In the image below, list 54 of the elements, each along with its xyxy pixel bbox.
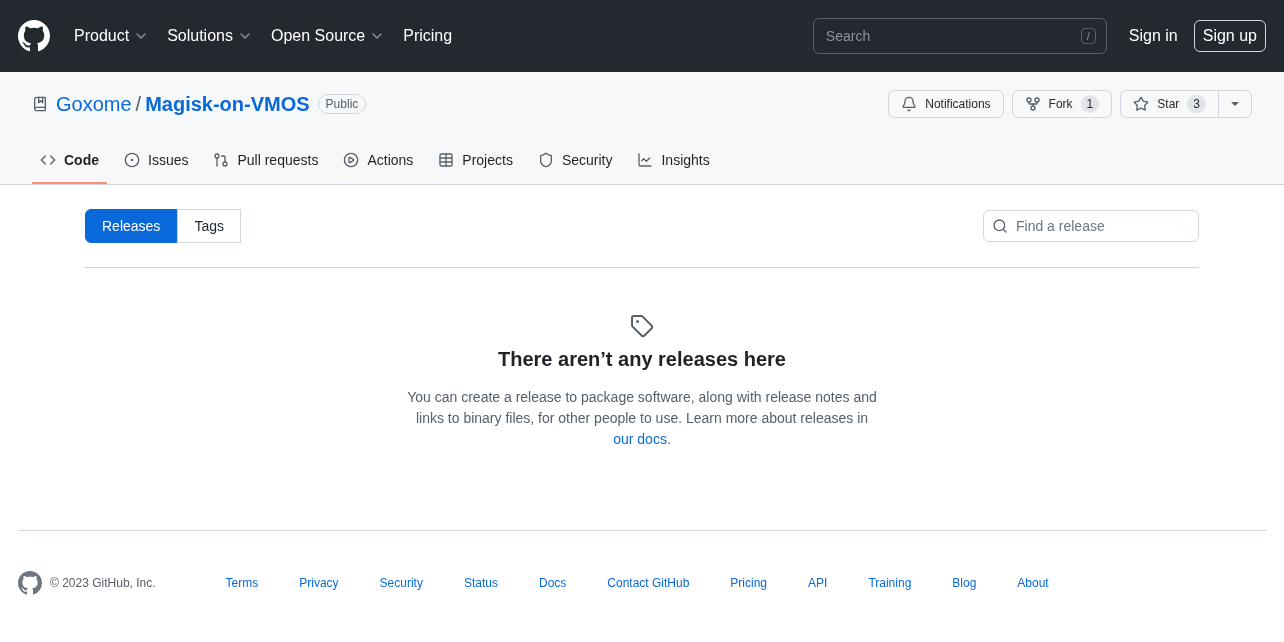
footer-link[interactable]: Status [463, 576, 498, 590]
star-button[interactable]: Star 3 [1121, 91, 1219, 117]
star-icon [1133, 96, 1150, 112]
empty-state-title: There aren’t any releases here [498, 348, 786, 371]
subnav-tab[interactable]: Releases [85, 209, 178, 243]
footer-link[interactable]: Training [868, 576, 912, 590]
repo-icon [32, 96, 48, 112]
footer-link[interactable]: Privacy [299, 576, 339, 590]
repo-tab[interactable]: Issues [116, 137, 197, 184]
tab-icon [438, 151, 455, 168]
footer-link[interactable]: Security [379, 576, 423, 590]
shortcut-key: / [1080, 28, 1096, 44]
bell-icon [901, 96, 918, 112]
tab-icon [213, 151, 230, 168]
footer-link[interactable]: Contact GitHub [607, 576, 690, 590]
nav-menu-item[interactable]: Open Source [270, 27, 386, 45]
path-separator: / [135, 92, 142, 116]
copyright-text: © 2023 GitHub, Inc. [50, 576, 156, 590]
footer-link[interactable]: Blog [952, 576, 977, 590]
repo-tab[interactable]: Insights [629, 137, 718, 184]
search-field[interactable]: Search / [812, 18, 1107, 54]
owner-link[interactable]: Goxome [56, 92, 132, 116]
octocat-logo-icon[interactable] [18, 20, 50, 52]
find-release-field[interactable]: Find a release [983, 210, 1199, 242]
sign-up-button[interactable]: Sign up [1193, 20, 1266, 52]
footer-link[interactable]: API [808, 576, 828, 590]
nav-menu-item[interactable]: Product [74, 27, 150, 45]
footer-link[interactable]: Pricing [730, 576, 768, 590]
footer-link[interactable]: About [1017, 576, 1049, 590]
repo-tab[interactable]: Actions [335, 137, 422, 184]
subnav-tab[interactable]: Tags [177, 209, 241, 243]
tab-icon [637, 151, 654, 168]
tag-icon [630, 314, 654, 338]
tab-icon [343, 151, 360, 168]
counter: 1 [1080, 95, 1100, 113]
repo-tab[interactable]: Pull requests [205, 137, 327, 184]
repo-name-link[interactable]: Magisk-on-VMOS [145, 92, 310, 116]
footer-link[interactable]: Terms [225, 576, 259, 590]
footer-link[interactable]: Docs [538, 576, 567, 590]
repo-tab[interactable]: Code [32, 137, 107, 184]
counter: 3 [1187, 95, 1206, 113]
tab-icon [537, 151, 554, 168]
sign-in-link[interactable]: Sign in [1128, 27, 1178, 45]
empty-state-text: You can create a release to package software, along with release notes and links to binary files, for other people to use. Learn more about releases in our docs. [406, 388, 878, 449]
nav-menu-item[interactable]: Pricing [403, 27, 453, 45]
docs-link[interactable]: our docs [613, 431, 667, 447]
tab-icon [124, 151, 140, 168]
caret-down-icon [1231, 102, 1239, 106]
repo-tab[interactable]: Security [529, 137, 621, 184]
fork-icon [1024, 96, 1041, 112]
nav-menu-item[interactable]: Solutions [167, 27, 253, 45]
fork-button[interactable]: Fork 1 [1011, 90, 1113, 118]
notifications-button[interactable]: Notifications [888, 90, 1004, 118]
repo-tab[interactable]: Projects [430, 137, 521, 184]
